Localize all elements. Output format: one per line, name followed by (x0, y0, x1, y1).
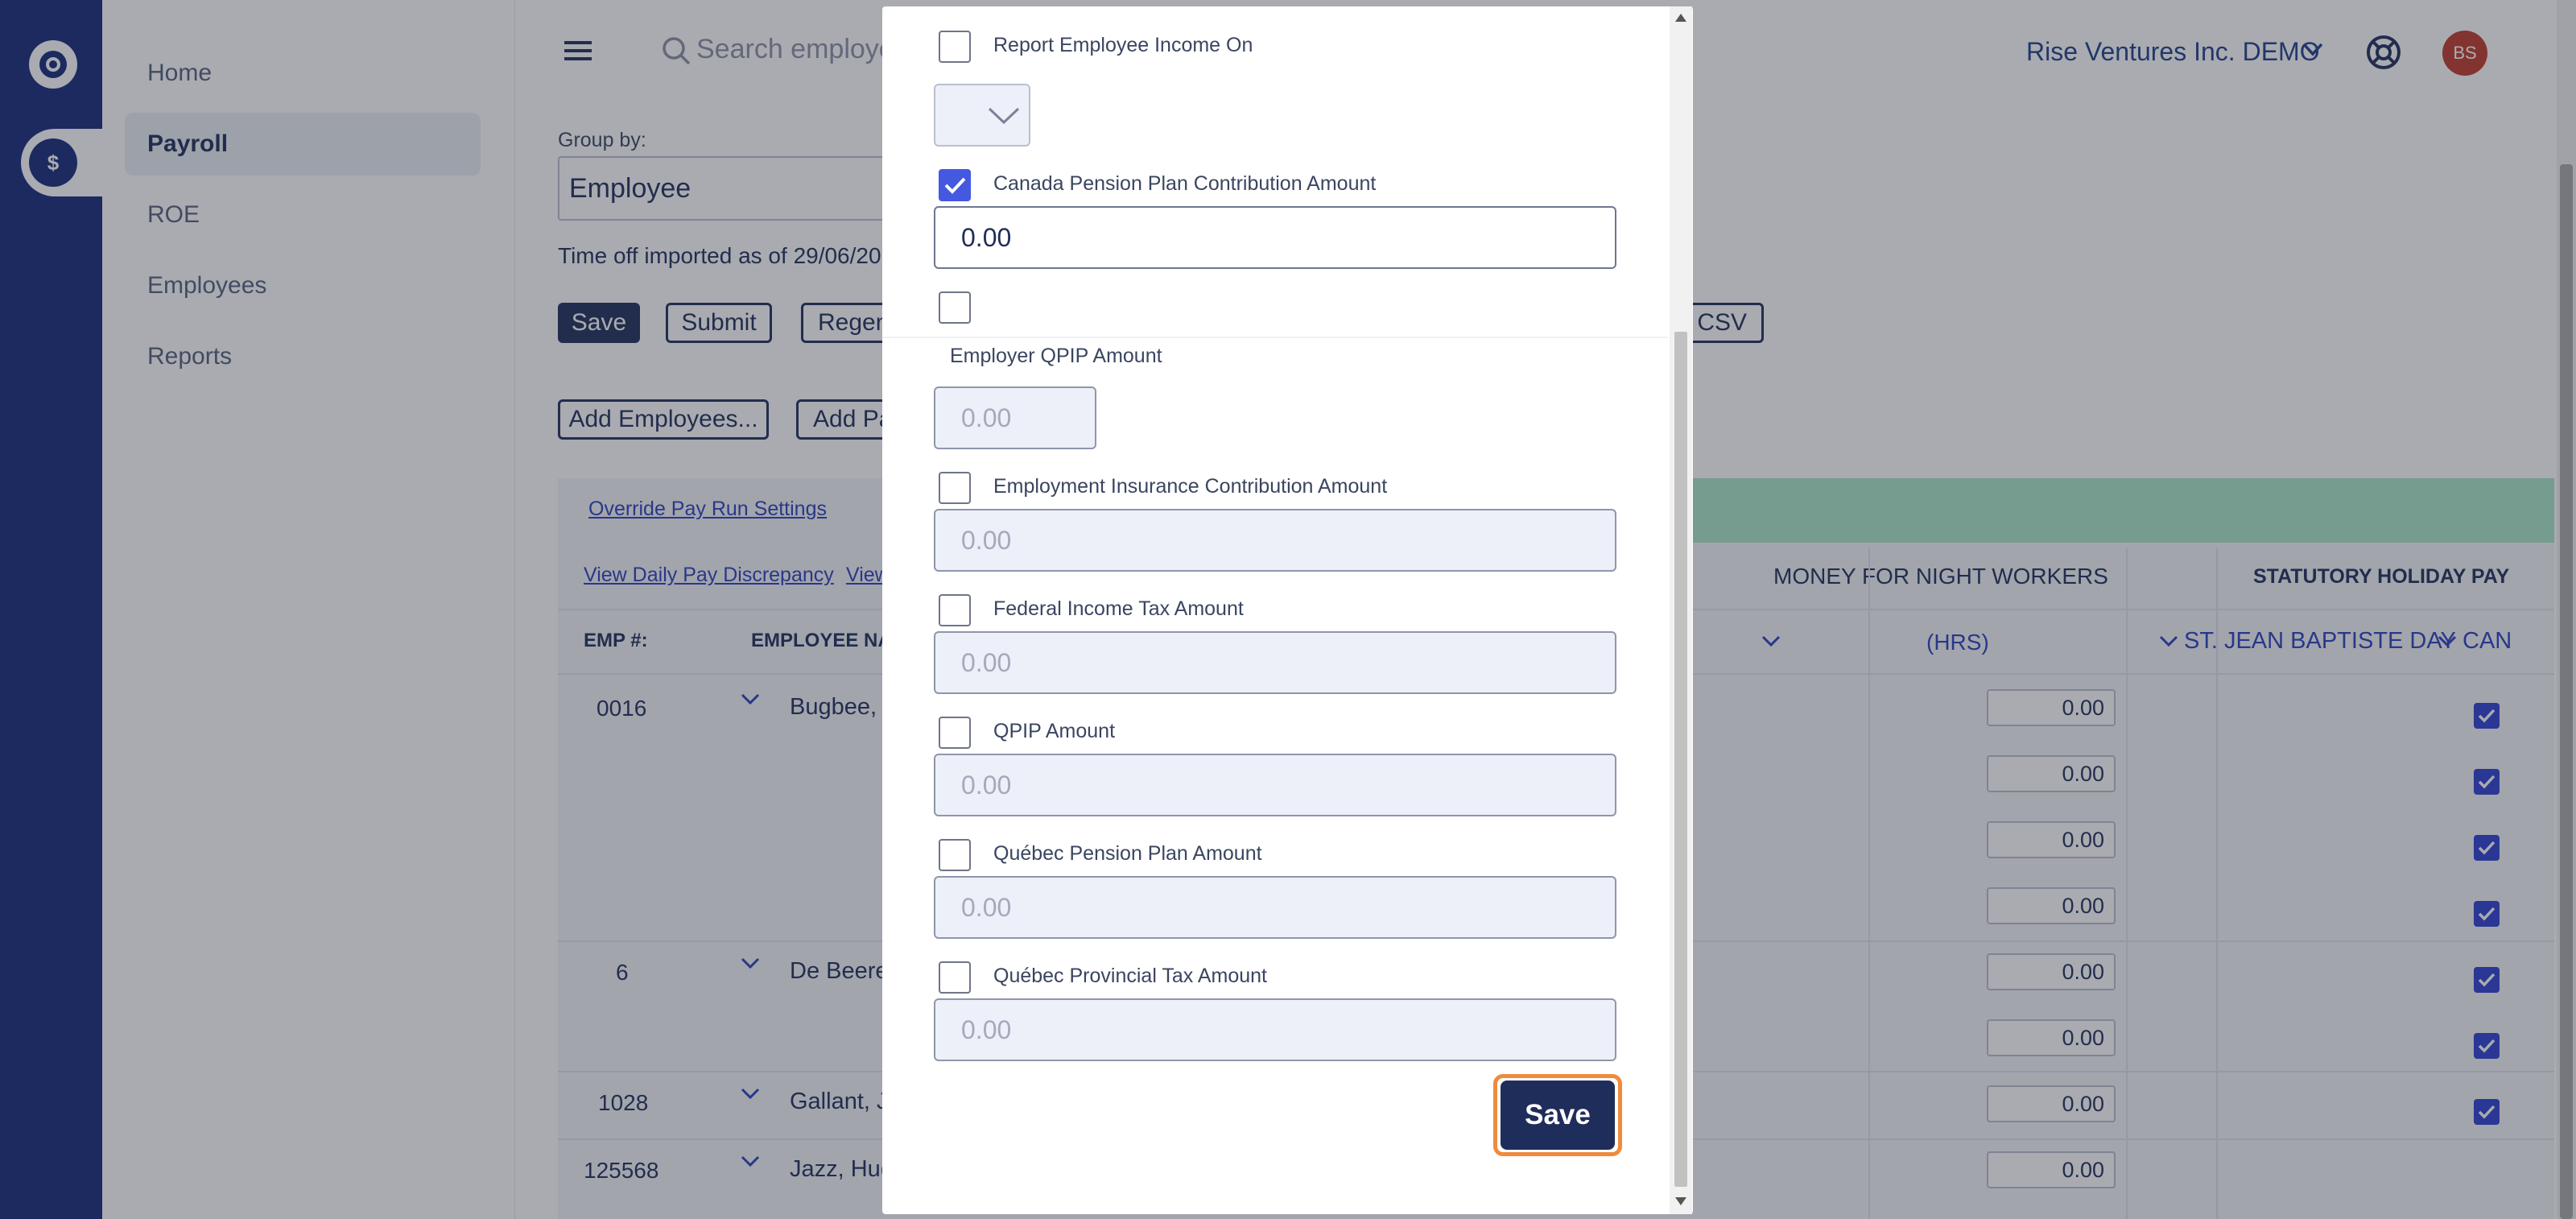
qpp-amount-input[interactable]: 0.00 (934, 876, 1616, 939)
field-label: QPIP Amount (993, 720, 1116, 742)
checkbox-qpp-amount[interactable] (939, 839, 971, 871)
deductions-modal: Report Employee Income On Canada Pension… (882, 6, 1693, 1214)
modal-scrollbar-thumb[interactable] (1674, 332, 1687, 1187)
scroll-down-arrow-icon[interactable] (1674, 1196, 1687, 1206)
checkbox-report-income-on[interactable] (939, 31, 971, 63)
ei-amount-input[interactable]: 0.00 (934, 509, 1616, 572)
field-label: Federal Income Tax Amount (993, 597, 1244, 620)
chevron-down-icon (987, 106, 1021, 126)
checkbox-qpip-amount[interactable] (939, 717, 971, 749)
checkbox-unlabeled[interactable] (939, 291, 971, 324)
qpip-amount-input[interactable]: 0.00 (934, 754, 1616, 816)
checkbox-quebec-provincial-tax[interactable] (939, 961, 971, 994)
quebec-tax-input[interactable]: 0.00 (934, 998, 1616, 1061)
field-label: Employment Insurance Contribution Amount (993, 475, 1388, 498)
cpp-amount-input[interactable]: 0.00 (934, 206, 1616, 269)
modal-scrollbar[interactable] (1670, 6, 1692, 1214)
field-label: Québec Provincial Tax Amount (993, 965, 1268, 987)
scroll-up-arrow-icon[interactable] (1674, 13, 1687, 23)
employer-qpip-input[interactable]: 0.00 (934, 386, 1096, 449)
federal-tax-input[interactable]: 0.00 (934, 631, 1616, 694)
checkbox-ei-contribution[interactable] (939, 472, 971, 504)
checkbox-federal-income-tax[interactable] (939, 594, 971, 626)
report-income-select[interactable] (934, 84, 1030, 147)
save-button[interactable]: Save (1501, 1081, 1615, 1150)
field-label: Québec Pension Plan Amount (993, 842, 1262, 865)
checkbox-cpp-contribution[interactable] (939, 169, 971, 201)
section-divider (882, 337, 1668, 338)
field-label: Employer QPIP Amount (950, 345, 1162, 367)
field-label: Canada Pension Plan Contribution Amount (993, 172, 1377, 195)
field-label: Report Employee Income On (993, 34, 1253, 56)
